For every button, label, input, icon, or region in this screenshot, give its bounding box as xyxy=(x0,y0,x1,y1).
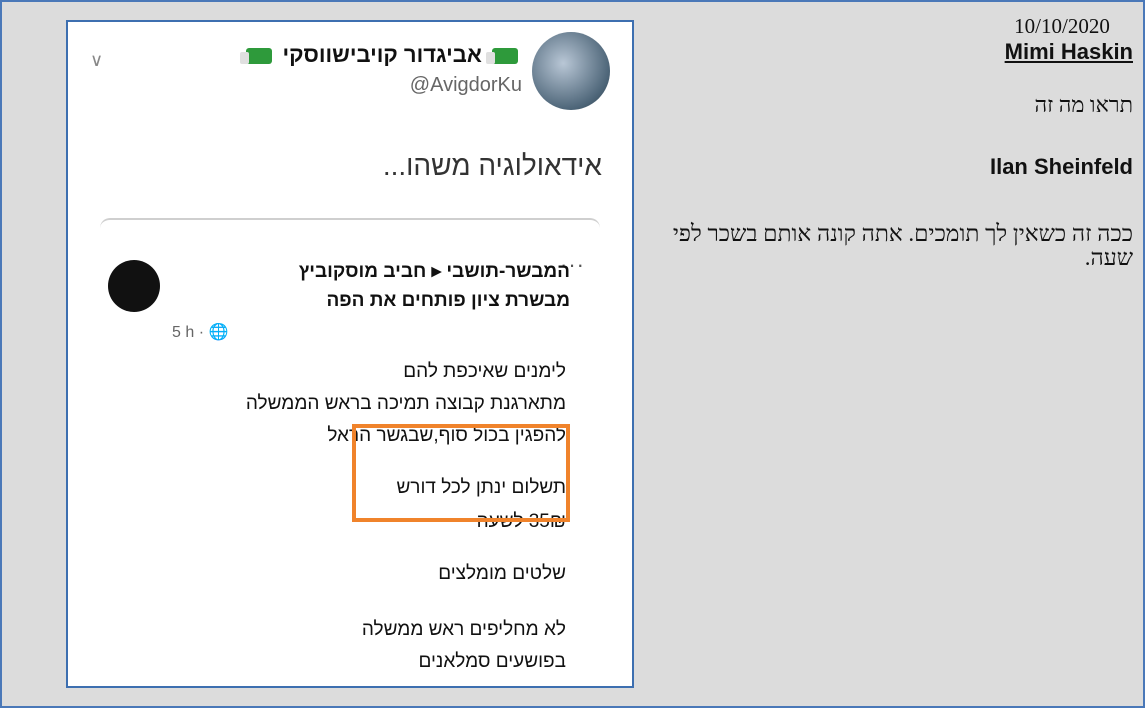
truck-emoji-icon xyxy=(486,48,518,65)
post-line: לימנים שאיכפת להם xyxy=(403,361,566,382)
display-name: אביגדור קויבישווסקי xyxy=(240,42,522,68)
post-timestamp: 5 h · 🌐 xyxy=(172,324,229,341)
post-line: המסתתרים מאחורי צו איסור פירסום xyxy=(280,678,566,686)
comment-panel: 10/10/2020 Mimi Haskin תראו מה זה Ilan S… xyxy=(633,14,1133,270)
date: 10/10/2020 xyxy=(1014,14,1110,38)
avatar xyxy=(532,32,610,110)
post-line: לא מחליפים ראש ממשלה xyxy=(361,619,566,640)
author-name[interactable]: Mimi Haskin xyxy=(633,38,1133,66)
highlight-box xyxy=(352,424,570,522)
display-name-text: אביגדור קויבישווסקי xyxy=(282,42,482,67)
message-2: ככה זה כשאין לך תומכים. אתה קונה אותם בש… xyxy=(672,221,1133,270)
embedded-screenshot: ∨ אביגדור קויבישווסקי @AvigdorKu אידאולו… xyxy=(66,20,634,688)
post-line: שלטים מומלצים xyxy=(438,563,566,584)
post-group: מבשרת ציון פותחים את הפה xyxy=(326,290,570,311)
truck-emoji-icon xyxy=(240,48,273,65)
post-author: המבשר-תושבי ▸ חביב מוסקוביץ xyxy=(298,261,570,282)
document-frame: 10/10/2020 Mimi Haskin תראו מה זה Ilan S… xyxy=(0,0,1145,708)
post-avatar xyxy=(108,260,160,312)
author-name-2: Ilan Sheinfeld xyxy=(989,154,1133,179)
post-line: בפושעים סמלאנים xyxy=(418,651,566,672)
tweet-text: אידאולוגיה משהו... xyxy=(382,150,602,181)
chevron-down-icon[interactable]: ∨ xyxy=(90,50,103,71)
handle: @AvigdorKu xyxy=(409,74,522,96)
message: תראו מה זה xyxy=(1034,92,1133,117)
post-line: מתארגנת קבוצה תמיכה בראש הממשלה xyxy=(245,393,566,414)
